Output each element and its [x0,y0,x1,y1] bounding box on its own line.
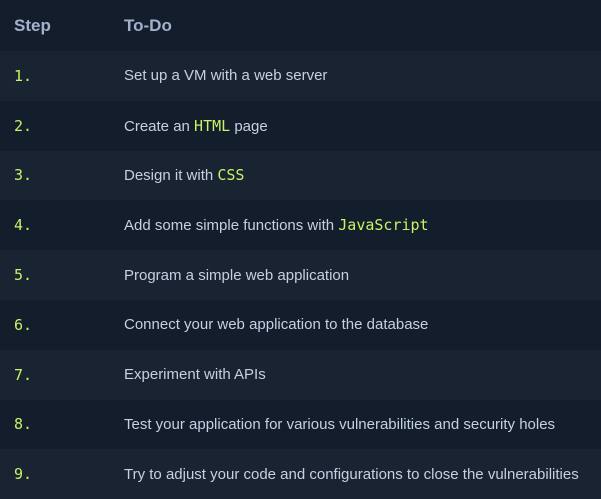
todo-text: Create an HTML page [124,117,268,135]
step-number: 3. [14,166,33,185]
todo-text-part: Test your application for various vulner… [124,415,556,433]
step-number: 5. [14,266,33,285]
todo-text: Set up a VM with a web server [124,67,327,84]
todo-text: Test your application for various vulner… [124,416,555,433]
todo-text: Experiment with APIs [124,366,266,383]
step-number: 4. [14,216,33,235]
step-number: 9. [14,465,33,484]
table-row: 8. Test your application for various vuln… [0,399,601,450]
todo-text: Try to adjust your code and configuratio… [124,466,579,483]
table-row: 6. Connect your web application to the da… [0,299,601,350]
todo-text-part: Design it with [124,167,218,185]
table-header: Step To-Do [0,0,601,51]
table-row: 7. Experiment with APIs [0,349,601,400]
header-step: Step [14,15,51,35]
todo-text-part: Try to adjust your code and configuratio… [124,465,579,483]
step-number: 2. [14,116,33,135]
step-number: 6. [14,315,33,334]
code-keyword: JavaScript [338,216,429,235]
step-number: 7. [14,365,33,384]
table-row: 2. Create an HTML page [0,100,601,151]
todo-text-part: Set up a VM with a web server [124,67,328,85]
todo-text: Add some simple functions with JavaScrip… [124,216,429,234]
step-number: 1. [14,66,33,85]
todo-text-part: Connect your web application to the data… [124,316,429,334]
todo-text-part: Experiment with APIs [124,366,266,384]
todo-text-part: Add some simple functions with [124,217,339,235]
step-number: 8. [14,415,33,434]
todo-text: Connect your web application to the data… [124,316,428,333]
table-row: 5. Program a simple web application [0,250,601,300]
code-keyword: CSS [217,166,245,185]
header-todo: To-Do [124,15,172,35]
table-row: 9. Try to adjust your code and configurat… [0,449,601,499]
todo-table: Step To-Do 1. Set up a VM with a web serv… [0,0,601,499]
table-row: 3. Design it with CSS [0,150,601,201]
todo-text: Program a simple web application [124,267,349,284]
todo-text-part: Create an [124,117,195,135]
todo-text-part: page [230,117,268,135]
table-body: 1. Set up a VM with a web server 2. Create … [0,51,601,499]
table-row: 4. Add some simple functions with JavaScr… [0,200,601,251]
todo-text-part: Program a simple web application [124,266,350,284]
table-row: 1. Set up a VM with a web server [0,51,601,101]
code-keyword: HTML [194,116,231,135]
todo-text: Design it with CSS [124,166,244,184]
